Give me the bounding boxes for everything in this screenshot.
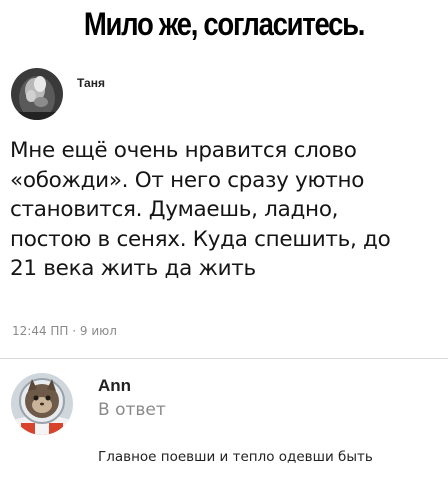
reply-label: В ответ [98, 400, 166, 420]
post-text: Мне ещё очень нравится слово «обожди». О… [10, 136, 440, 284]
post-text-line: 21 века жить да жить [10, 256, 256, 281]
post-author-name[interactable]: Таня [77, 76, 105, 90]
post-text-line: постою в сенях. Куда спешить, до [10, 226, 391, 252]
post-text-line: становится. Думаешь, ладно, [10, 197, 339, 222]
divider [0, 358, 448, 359]
avatar-tanya[interactable] [11, 68, 63, 120]
post-timestamp: 12:44 ПП · 9 июл [12, 324, 117, 338]
avatar-smoke-image [11, 68, 63, 120]
avatar-cat-astronaut-image [11, 373, 73, 435]
avatar-ann[interactable] [11, 373, 73, 435]
reply-text: Главное поевши и тепло одевши быть [98, 449, 373, 465]
post-text-line: «обожди». От него сразу уютно [10, 167, 365, 193]
post-text-line: Мне ещё очень нравится слово [10, 138, 357, 163]
meme-title: Мило же, согласитесь. [83, 6, 366, 42]
reply-author-name[interactable]: Ann [98, 376, 131, 396]
